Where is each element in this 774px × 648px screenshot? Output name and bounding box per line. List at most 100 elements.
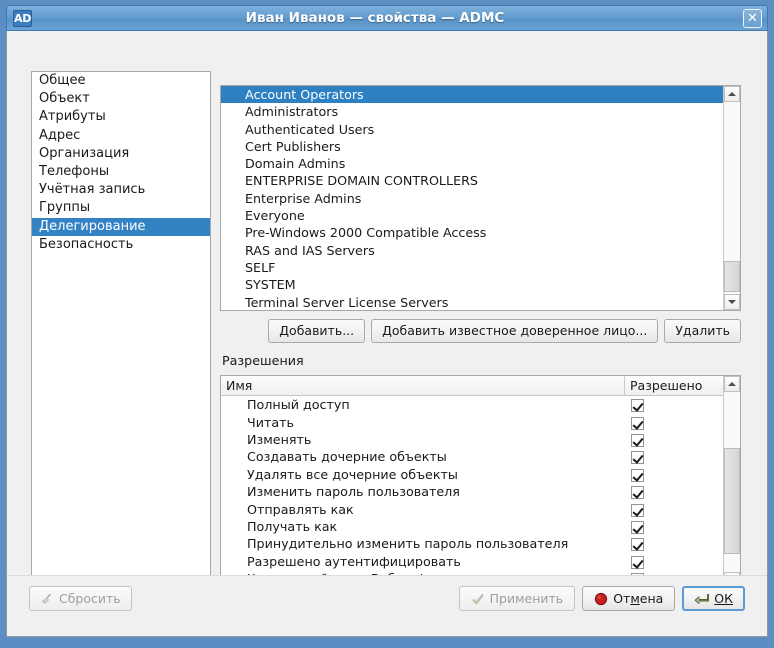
table-row[interactable]: Разрешено аутентифицировать	[221, 553, 724, 570]
table-row[interactable]: Полный доступ	[221, 396, 724, 413]
permission-name-cell: Принудительно изменить пароль пользовате…	[247, 536, 569, 552]
scroll-thumb[interactable]	[724, 261, 740, 292]
permission-allowed-cell	[625, 413, 724, 432]
cancel-button[interactable]: Отмена	[582, 586, 676, 611]
allow-checkbox[interactable]	[631, 468, 644, 482]
trustee-list-item[interactable]: Pre-Windows 2000 Compatible Access	[221, 224, 723, 241]
trustee-list-item[interactable]: SYSTEM	[221, 276, 723, 293]
allow-checkbox[interactable]	[631, 538, 644, 552]
permission-name-cell: Читать	[247, 414, 294, 430]
scroll-up-button[interactable]	[724, 86, 740, 102]
remove-trustee-button[interactable]: Удалить	[664, 319, 741, 343]
trustee-list-item[interactable]: Enterprise Admins	[221, 190, 723, 207]
trustee-list-item[interactable]: Everyone	[221, 207, 723, 224]
allow-checkbox[interactable]	[631, 451, 644, 465]
sidebar-item-label: Атрибуты	[39, 109, 106, 125]
permission-name-cell: Отправлять как	[247, 501, 354, 517]
properties-dialog-window: AD Иван Иванов — свойства — ADMC ✕ Общее…	[0, 0, 774, 648]
sidebar-item[interactable]: Объект	[32, 90, 210, 108]
sidebar-item[interactable]: Безопасность	[32, 236, 210, 254]
sidebar-item[interactable]: Группы	[32, 199, 210, 217]
cancel-button-label: Отмена	[613, 591, 664, 606]
allow-checkbox[interactable]	[631, 486, 644, 500]
trustee-list-item-label: Administrators	[245, 104, 339, 120]
trustee-list-item[interactable]: Administrators	[221, 103, 723, 120]
allow-checkbox[interactable]	[631, 520, 644, 534]
trustee-vertical-scrollbar[interactable]	[723, 86, 740, 310]
reset-button: Сбросить	[29, 586, 132, 611]
allow-checkbox[interactable]	[631, 503, 644, 517]
trustee-list-item[interactable]: Domain Admins	[221, 155, 723, 172]
sidebar-item[interactable]: Общее	[32, 72, 210, 90]
scroll-thumb[interactable]	[724, 448, 740, 554]
dialog-action-buttons: Применить Отмена ОК	[458, 586, 745, 611]
table-row[interactable]: Удалять все дочерние объекты	[221, 466, 724, 483]
stop-icon	[594, 592, 608, 606]
ok-button[interactable]: ОК	[682, 586, 745, 611]
dialog-content: Общее Объект Атрибуты Адрес Организация Телеф…	[7, 31, 767, 606]
permission-allowed-cell	[625, 517, 724, 536]
permissions-table-body[interactable]: Полный доступ Читать Изменять Создавать доч…	[221, 396, 724, 587]
permission-allowed-cell	[625, 552, 724, 571]
table-row[interactable]: Изменить пароль пользователя	[221, 483, 724, 500]
table-row[interactable]: Изменять	[221, 431, 724, 448]
permission-name-cell: Полный доступ	[247, 397, 350, 413]
table-row[interactable]: Отправлять как	[221, 500, 724, 517]
sidebar-item-label: Организация	[39, 145, 130, 161]
trustee-list-item-label: Domain Admins	[245, 156, 346, 172]
add-well-known-trustee-button[interactable]: Добавить известное доверенное лицо...	[371, 319, 659, 343]
trustee-list-box: Account Operators Administrators Authentic…	[220, 85, 741, 311]
titlebar[interactable]: AD Иван Иванов — свойства — ADMC ✕	[6, 5, 768, 31]
sidebar-item[interactable]: Учётная запись	[32, 181, 210, 199]
trustee-list-item[interactable]: Account Operators	[221, 86, 723, 104]
sidebar-item[interactable]: Адрес	[32, 127, 210, 145]
trustee-list[interactable]: Account Operators Administrators Authentic…	[221, 86, 723, 310]
trustee-list-item[interactable]: Cert Publishers	[221, 138, 723, 155]
check-icon	[471, 592, 485, 606]
trustee-list-item[interactable]: RAS and IAS Servers	[221, 242, 723, 259]
trustee-list-item[interactable]: ENTERPRISE DOMAIN CONTROLLERS	[221, 172, 723, 189]
permission-allowed-cell	[625, 430, 724, 449]
trustee-list-item-label: Everyone	[245, 208, 305, 224]
column-header-allowed[interactable]: Разрешено	[625, 376, 724, 395]
trustee-list-item-label: SYSTEM	[245, 277, 296, 293]
trustee-list-item-label: Enterprise Admins	[245, 190, 362, 206]
allow-checkbox[interactable]	[631, 433, 644, 447]
ok-button-label: ОК	[714, 591, 733, 606]
scroll-up-button[interactable]	[724, 376, 740, 392]
trustee-list-item-label: Pre-Windows 2000 Compatible Access	[245, 225, 487, 241]
permission-name-cell: Изменять	[247, 431, 312, 447]
permission-name-cell: Разрешено аутентифицировать	[247, 553, 461, 569]
trustee-list-item[interactable]: Authenticated Users	[221, 121, 723, 138]
sidebar-item[interactable]: Организация	[32, 145, 210, 163]
add-trustee-button[interactable]: Добавить...	[268, 319, 366, 343]
trustee-list-item-label: SELF	[245, 259, 276, 275]
apply-button: Применить	[458, 586, 576, 611]
dialog-client-area: Общее Объект Атрибуты Адрес Организация Телеф…	[6, 31, 768, 637]
allow-checkbox[interactable]	[631, 555, 644, 569]
permissions-vertical-scrollbar[interactable]	[723, 376, 740, 588]
sidebar-item-label: Адрес	[39, 127, 81, 143]
trustee-list-item[interactable]: Terminal Server License Servers	[221, 294, 723, 310]
sidebar-item[interactable]: Делегирование	[32, 217, 210, 236]
trustee-list-item-label: ENTERPRISE DOMAIN CONTROLLERS	[245, 173, 478, 189]
column-header-name[interactable]: Имя	[221, 376, 625, 395]
scroll-down-button[interactable]	[724, 294, 740, 310]
permission-allowed-cell	[625, 500, 724, 519]
close-icon[interactable]: ✕	[743, 8, 762, 28]
table-row[interactable]: Читать	[221, 413, 724, 430]
enter-arrow-icon	[694, 592, 710, 606]
permission-name-cell: Получать как	[247, 518, 338, 534]
allow-checkbox[interactable]	[631, 399, 644, 413]
trustee-list-item-label: Account Operators	[245, 87, 364, 102]
table-row[interactable]: Получать как	[221, 518, 724, 535]
permissions-table-header: Имя Разрешено	[221, 376, 724, 396]
allow-checkbox[interactable]	[631, 416, 644, 430]
sidebar-item[interactable]: Атрибуты	[32, 108, 210, 126]
broom-icon	[40, 592, 54, 606]
table-row[interactable]: Принудительно изменить пароль пользовате…	[221, 535, 724, 552]
table-row[interactable]: Создавать дочерние объекты	[221, 448, 724, 465]
category-list[interactable]: Общее Объект Атрибуты Адрес Организация Телеф…	[31, 71, 211, 606]
trustee-list-item[interactable]: SELF	[221, 259, 723, 276]
sidebar-item[interactable]: Телефоны	[32, 163, 210, 181]
